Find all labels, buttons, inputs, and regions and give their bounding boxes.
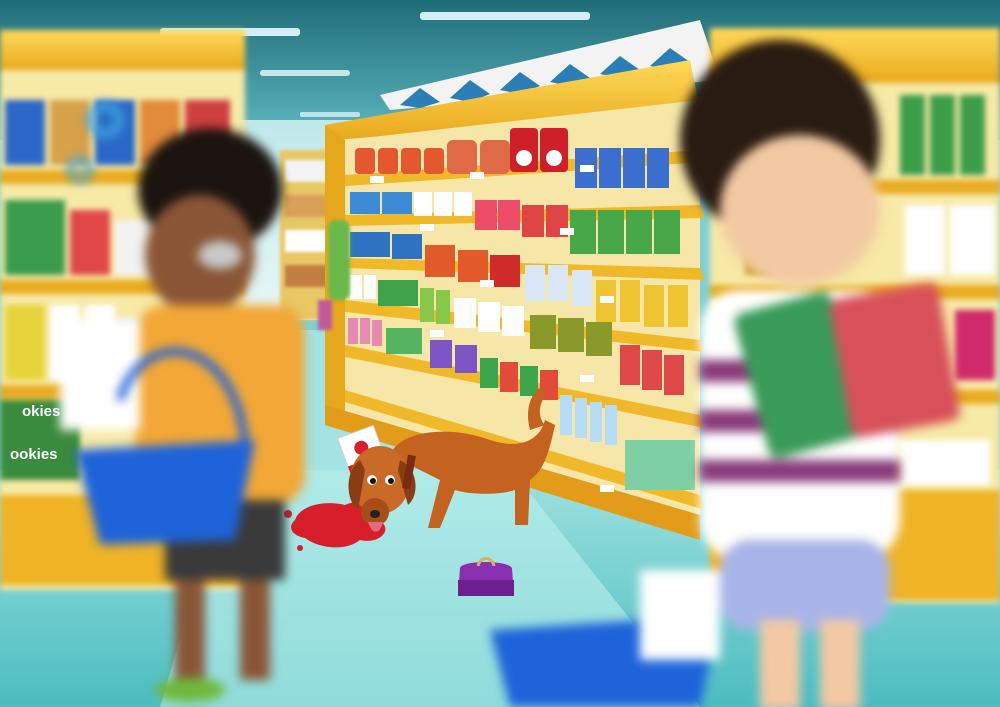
supermarket-scene: okies ookies	[0, 0, 1000, 707]
cookies-label-2: ookies	[10, 446, 58, 463]
cookies-label-1: okies	[22, 403, 60, 420]
scene-illustration: okies ookies	[0, 0, 1000, 707]
